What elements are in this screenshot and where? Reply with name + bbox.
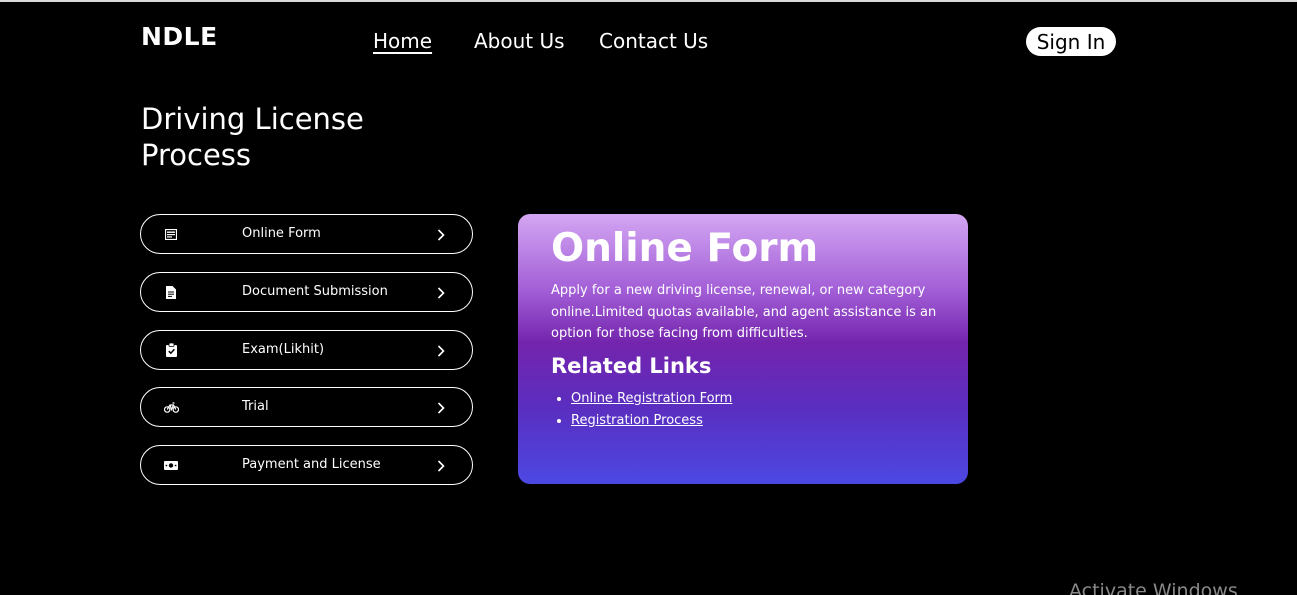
step-online-form[interactable]: Online Form — [140, 214, 473, 254]
chevron-right-icon — [436, 343, 446, 357]
nav-contact-link[interactable]: Contact Us — [599, 29, 708, 53]
list-item: Online Registration Form — [571, 388, 732, 410]
activate-windows-watermark: Activate Windows — [1069, 580, 1238, 595]
related-links-heading: Related Links — [551, 354, 712, 378]
sign-in-button[interactable]: Sign In — [1026, 27, 1116, 56]
step-label: Exam(Likhit) — [242, 342, 325, 357]
top-divider — [0, 0, 1297, 2]
step-label: Online Form — [242, 226, 321, 241]
related-links-list: Online Registration Form Registration Pr… — [551, 388, 732, 432]
step-label: Payment and License — [242, 457, 381, 472]
clipboard-check-icon — [163, 342, 179, 358]
list-item: Registration Process — [571, 410, 732, 432]
step-label: Trial — [242, 399, 269, 414]
form-icon — [163, 226, 179, 242]
document-icon — [163, 284, 179, 300]
card-description: Apply for a new driving license, renewal… — [551, 283, 937, 341]
card-heading: Online Form — [551, 226, 819, 271]
page-title: Driving License Process — [141, 102, 364, 172]
step-detail-card: Online Form Apply for a new driving lice… — [518, 214, 968, 484]
chevron-right-icon — [436, 458, 446, 472]
brand-logo[interactable]: NDLE — [141, 22, 218, 51]
chevron-right-icon — [436, 400, 446, 414]
nav-home-link[interactable]: Home — [373, 29, 432, 53]
nav-about-link[interactable]: About Us — [474, 29, 565, 53]
step-document-submission[interactable]: Document Submission — [140, 272, 473, 312]
step-payment-and-license[interactable]: Payment and License — [140, 445, 473, 485]
registration-process-link[interactable]: Registration Process — [571, 413, 703, 428]
step-label: Document Submission — [242, 284, 388, 299]
money-icon — [163, 457, 179, 473]
step-trial[interactable]: Trial — [140, 387, 473, 427]
bicycle-icon — [163, 399, 179, 415]
online-registration-form-link[interactable]: Online Registration Form — [571, 391, 732, 406]
step-exam-likhit[interactable]: Exam(Likhit) — [140, 330, 473, 370]
chevron-right-icon — [436, 285, 446, 299]
chevron-right-icon — [436, 227, 446, 241]
